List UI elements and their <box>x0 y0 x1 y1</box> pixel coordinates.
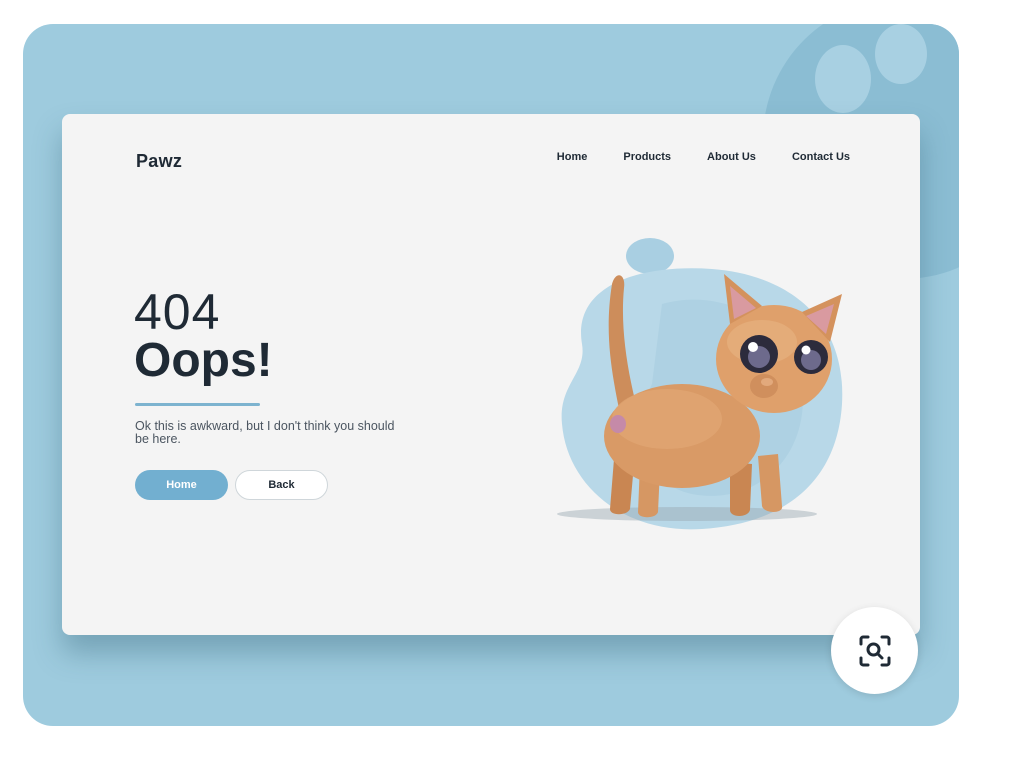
nav-about-link[interactable]: About Us <box>707 151 756 163</box>
headline-underline <box>135 403 260 406</box>
top-nav: Home Products About Us Contact Us <box>557 151 850 163</box>
visual-search-button[interactable] <box>831 607 918 694</box>
nav-products-link[interactable]: Products <box>623 151 671 163</box>
nav-contact-link[interactable]: Contact Us <box>792 151 850 163</box>
nav-home-link[interactable]: Home <box>557 151 588 163</box>
error-headline: Oops! <box>134 334 273 387</box>
error-code: 404 <box>134 284 221 340</box>
back-button[interactable]: Back <box>235 470 328 500</box>
brand-logo[interactable]: Pawz <box>136 151 182 172</box>
error-message: Ok this is awkward, but I don't think yo… <box>135 419 395 446</box>
home-button[interactable]: Home <box>135 470 228 500</box>
screenshot-frame: Pawz Home Products About Us Contact Us 4… <box>23 24 959 726</box>
cat-illustration <box>557 238 843 530</box>
landing-page-card: Pawz Home Products About Us Contact Us 4… <box>62 114 920 635</box>
visual-search-icon <box>859 635 890 666</box>
